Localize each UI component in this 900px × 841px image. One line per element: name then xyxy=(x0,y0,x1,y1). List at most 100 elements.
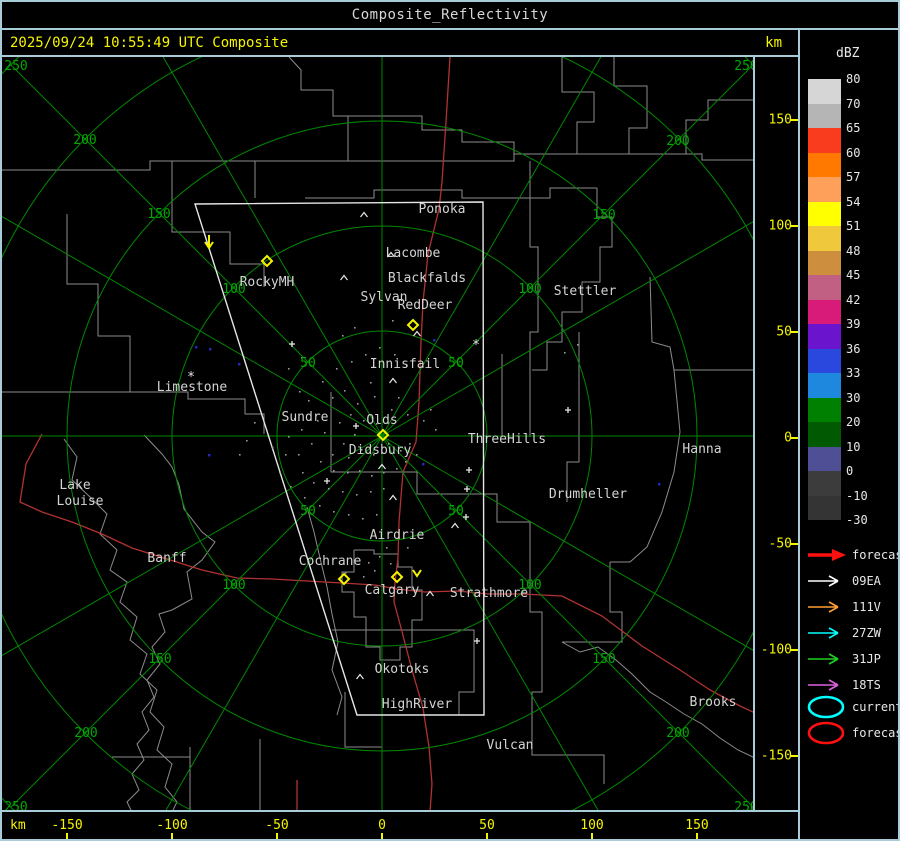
clutter-echo-dot xyxy=(435,429,437,431)
plus-marker xyxy=(466,467,472,473)
city-label-louise: Louise xyxy=(57,494,104,509)
right-axis-tick-label: 50 xyxy=(776,324,792,340)
range-ring-label: 250 xyxy=(4,59,27,74)
clutter-echo-dot xyxy=(272,447,274,449)
clutter-echo-dot xyxy=(371,475,373,477)
colorbar-stop-label: 0 xyxy=(846,464,854,478)
plus-marker xyxy=(289,341,295,347)
range-ring xyxy=(2,57,753,810)
colorbar-stop-label: 39 xyxy=(846,317,861,331)
caret-marker xyxy=(451,522,459,529)
city-label-brooks: Brooks xyxy=(690,695,737,710)
colorbar-swatch-20 xyxy=(808,422,841,447)
legend-item-forecast: forecast xyxy=(806,721,898,745)
clutter-echo-dot xyxy=(299,391,301,393)
plus-marker xyxy=(474,638,480,644)
legend-label: 27ZW xyxy=(852,626,881,640)
city-label-innisfail: Innisfail xyxy=(370,357,440,372)
clutter-echo-dot xyxy=(396,468,398,470)
range-ring-label: 150 xyxy=(147,207,170,222)
weak-echo-dot xyxy=(658,483,661,486)
clutter-echo-dot xyxy=(332,397,334,399)
colorbar-stop-label: -30 xyxy=(846,513,868,527)
map-layers: 5010015020025050100150200250501001502002… xyxy=(2,57,757,815)
bottom-axis-unit-label: km xyxy=(10,818,26,833)
clutter-echo-dot xyxy=(298,454,300,456)
clutter-echo-dot xyxy=(288,436,290,438)
bottom-axis-tick-mark xyxy=(381,833,383,839)
colorbar-stop-label: 48 xyxy=(846,243,861,258)
county-boundary xyxy=(529,161,539,437)
city-label-vulcan: Vulcan xyxy=(487,738,534,753)
county-boundary xyxy=(649,276,753,371)
caret-marker xyxy=(389,377,397,384)
range-ring-label: 200 xyxy=(666,134,689,149)
legend-label: forecast xyxy=(852,548,898,562)
county-boundary xyxy=(126,434,216,810)
colorbar-swatch-0 xyxy=(808,471,841,496)
colorbar-stop-label: 57 xyxy=(846,170,861,184)
colorbar-swatch-65 xyxy=(808,128,841,153)
clutter-echo-dot xyxy=(423,420,425,422)
city-label-stettler: Stettler xyxy=(554,284,617,299)
clutter-echo-dot xyxy=(379,556,381,558)
clutter-echo-dot xyxy=(339,422,341,424)
bottom-axis-tick-label: -100 xyxy=(156,818,188,833)
clutter-echo-dot xyxy=(290,486,292,488)
colorbar-swatch-42 xyxy=(808,299,841,324)
weak-echo-dot xyxy=(433,339,436,342)
clutter-echo-dot xyxy=(308,400,310,402)
clutter-echo-dot xyxy=(370,382,372,384)
bottom-axis-tick-label: -50 xyxy=(265,818,289,833)
right-axis-tick-label: 0 xyxy=(784,430,792,446)
clutter-echo-dot xyxy=(394,354,396,356)
right-axis-tick-label: -50 xyxy=(768,536,792,552)
bottom-axis-tick-mark xyxy=(486,833,488,839)
legend-arrow-icon xyxy=(808,575,839,587)
range-ring-label: 100 xyxy=(518,282,541,297)
colorbar-stop-label: 10 xyxy=(846,439,861,454)
colorbar-stop-label: 51 xyxy=(846,219,861,233)
city-label-ponoka: Ponoka xyxy=(419,202,466,217)
city-label-lacombe: Lacombe xyxy=(386,246,441,261)
clutter-echo-dot xyxy=(246,440,248,442)
colorbar-stop-label: 42 xyxy=(846,292,861,307)
right-axis-tick-mark xyxy=(790,119,798,121)
bottom-axis-tick-mark xyxy=(591,833,593,839)
colorbar-stop-label: 36 xyxy=(846,341,861,356)
clutter-echo-dot xyxy=(319,505,321,507)
azimuth-radial xyxy=(2,216,383,437)
legend-ellipse-icon xyxy=(807,695,845,719)
range-ring-label: 50 xyxy=(448,504,464,519)
county-boundary xyxy=(562,562,623,643)
legend-label: 111V xyxy=(852,600,881,614)
weak-echo-dot xyxy=(209,348,212,351)
county-boundary xyxy=(685,99,753,154)
clutter-echo-dot xyxy=(368,562,370,564)
colorbar-stop-label: 65 xyxy=(846,121,861,135)
range-ring-label: 200 xyxy=(74,726,97,741)
asterisk-marker: * xyxy=(472,338,480,353)
county-boundary xyxy=(2,391,265,434)
colorbar-panel: dBZ 80 70 65 60 57 54 51 48 45 42 39 36 33 30 20 10 0 -10… xyxy=(800,30,898,839)
colorbar-title: dBZ xyxy=(836,46,860,61)
colorbar-stop-label: 80 xyxy=(846,72,861,86)
range-ring-label: 100 xyxy=(222,578,245,593)
range-ring-label: 250 xyxy=(734,800,757,815)
city-label-cochrane: Cochrane xyxy=(299,554,362,569)
city-label-hanna: Hanna xyxy=(682,442,721,457)
colorbar-swatch-39 xyxy=(808,324,841,349)
clutter-echo-dot xyxy=(311,443,313,445)
clutter-echo-dot xyxy=(363,576,365,578)
colorbar-swatch-80 xyxy=(808,79,841,104)
clutter-echo-dot xyxy=(391,409,393,411)
radar-map-canvas[interactable]: 5010015020025050100150200250501001502002… xyxy=(2,2,898,839)
range-ring-label: 150 xyxy=(592,652,615,667)
right-axis-tick-label: -100 xyxy=(760,642,792,658)
weak-echo-dot xyxy=(208,454,211,457)
colorbar-swatch-36 xyxy=(808,348,841,373)
colorbar-stop-label: -10 xyxy=(846,488,868,503)
legend-item-forecast: forecast xyxy=(806,544,898,566)
colorbar-swatch-33 xyxy=(808,373,841,398)
legend-label: 31JP xyxy=(852,652,881,666)
